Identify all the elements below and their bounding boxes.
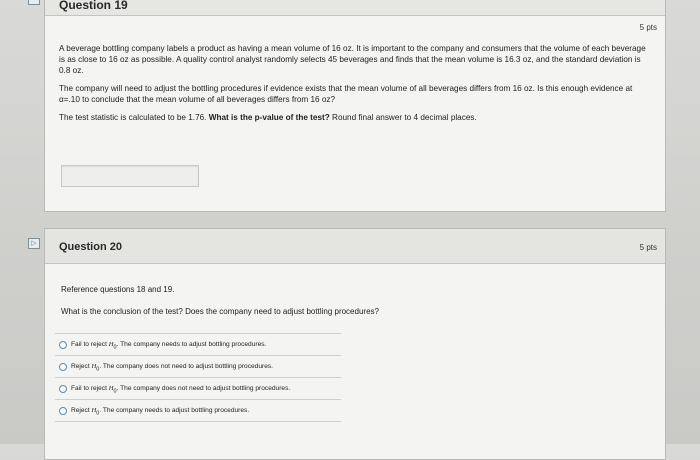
question-20-prompt: What is the conclusion of the test? Does…: [61, 307, 379, 316]
choice-2[interactable]: Reject H0. The company does not need to …: [55, 355, 341, 377]
question-20-title: Question 20: [59, 241, 122, 253]
radio-button[interactable]: [59, 341, 67, 349]
question-19-paragraph-2: The company will need to adjust the bott…: [59, 84, 633, 104]
choice-4[interactable]: Reject H0. The company needs to adjust b…: [55, 399, 341, 422]
question-19-paragraph-1: A beverage bottling company labels a pro…: [59, 44, 646, 75]
question-19-marker-icon: [28, 0, 40, 5]
reference-text: Reference questions 18 and 19.: [61, 285, 175, 294]
radio-button[interactable]: [59, 385, 67, 393]
choice-1-lead: Fail to reject: [71, 341, 109, 348]
rounding-instruction: Round final answer to 4 decimal places.: [332, 113, 477, 122]
question-20-header: Question 20 5 pts: [45, 229, 665, 264]
choice-2-rest: . The company does not need to adjust bo…: [99, 363, 273, 370]
question-19-points: 5 pts: [639, 23, 657, 32]
question-19-title: Question 19: [59, 0, 128, 12]
radio-button[interactable]: [59, 363, 67, 371]
question-19-card: Question 19 5 pts A beverage bottling co…: [44, 0, 666, 212]
question-19-body: A beverage bottling company labels a pro…: [59, 43, 649, 130]
p-value-question: What is the p-value of the test?: [208, 113, 330, 122]
question-19-paragraph-3: The test statistic is calculated to be 1…: [59, 112, 649, 123]
choice-1[interactable]: Fail to reject H0. The company needs to …: [55, 333, 341, 355]
choice-4-lead: Reject: [71, 407, 92, 414]
question-20-marker-icon: ▷: [28, 238, 40, 249]
answer-choices: Fail to reject H0. The company needs to …: [55, 333, 341, 422]
choice-2-lead: Reject: [71, 363, 92, 370]
choice-3[interactable]: Fail to reject H0. The company does not …: [55, 377, 341, 399]
choice-4-rest: . The company needs to adjust bottling p…: [99, 407, 250, 414]
question-20-points: 5 pts: [639, 243, 657, 252]
radio-button[interactable]: [59, 407, 67, 415]
answer-input[interactable]: [61, 165, 199, 187]
test-statistic-text: The test statistic is calculated to be 1…: [59, 113, 207, 122]
choice-3-rest: . The company does not need to adjust bo…: [116, 385, 291, 392]
quiz-page: Question 19 5 pts A beverage bottling co…: [0, 0, 700, 460]
choice-3-lead: Fail to reject: [71, 385, 109, 392]
question-19-header: Question 19: [45, 0, 665, 16]
choice-1-rest: . The company needs to adjust bottling p…: [116, 341, 267, 348]
question-20-card: Question 20 5 pts Reference questions 18…: [44, 228, 666, 460]
